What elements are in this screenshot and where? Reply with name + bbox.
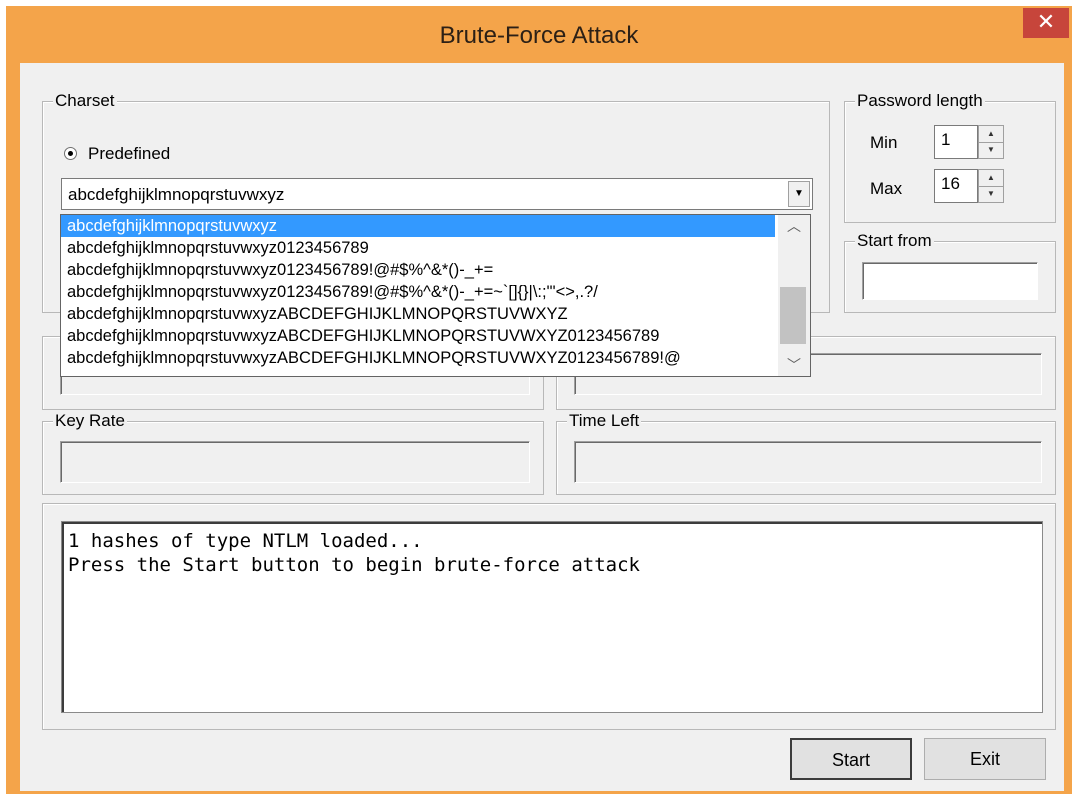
scroll-up-icon[interactable]: ︿ (778, 215, 810, 237)
log-line: Press the Start button to begin brute-fo… (68, 554, 640, 576)
max-label: Max (870, 179, 903, 198)
min-spin-buttons: ▲ ▼ (978, 125, 1004, 159)
spin-up-icon[interactable]: ▲ (979, 170, 1003, 187)
dropdown-option[interactable]: abcdefghijklmnopqrstuvwxyzABCDEFGHIJKLMN… (61, 325, 775, 347)
min-label: Min (870, 133, 898, 152)
max-spin-buttons: ▲ ▼ (978, 169, 1004, 203)
dropdown-option[interactable]: abcdefghijklmnopqrstuvwxyz0123456789 (61, 237, 775, 259)
log-output[interactable]: 1 hashes of type NTLM loaded... Press the… (61, 521, 1043, 713)
dropdown-option[interactable]: abcdefghijklmnopqrstuvwxyzABCDEFGHIJKLMN… (61, 347, 775, 369)
predefined-label: Predefined (88, 144, 171, 163)
chevron-down-icon[interactable]: ▼ (788, 181, 810, 207)
scrollbar-thumb[interactable] (780, 287, 806, 344)
dropdown-option[interactable]: abcdefghijklmnopqrstuvwxyz0123456789!@#$… (61, 281, 775, 303)
spin-down-icon[interactable]: ▼ (979, 186, 1003, 202)
max-length-value: 16 (941, 174, 960, 193)
key-rate-label: Key Rate (53, 411, 127, 431)
window-title: Brute-Force Attack (439, 22, 639, 49)
dropdown-option[interactable]: abcdefghijklmnopqrstuvwxyz (61, 215, 775, 237)
predefined-radio[interactable] (64, 147, 77, 160)
scroll-down-icon[interactable]: ﹀ (778, 354, 810, 376)
brute-force-window: Brute-Force Attack ✕ Charset Predefined … (6, 6, 1072, 794)
key-rate-field (60, 441, 530, 483)
charset-dropdown-list[interactable]: abcdefghijklmnopqrstuvwxyz abcdefghijklm… (60, 214, 811, 377)
dialog-body: Charset Predefined abcdefghijklmnopqrstu… (20, 63, 1064, 791)
max-length-spinner[interactable]: 16 ▲ ▼ (934, 169, 1004, 203)
time-left-field (574, 441, 1042, 483)
close-button[interactable]: ✕ (1023, 8, 1069, 38)
start-from-input[interactable] (862, 262, 1038, 300)
dropdown-option[interactable]: abcdefghijklmnopqrstuvwxyzABCDEFGHIJKLMN… (61, 303, 775, 325)
log-line: 1 hashes of type NTLM loaded... (68, 530, 423, 552)
charset-group-label: Charset (53, 91, 117, 111)
start-button[interactable]: Start (790, 738, 912, 780)
charset-combobox[interactable]: abcdefghijklmnopqrstuvwxyz ▼ (61, 178, 813, 210)
time-left-label: Time Left (567, 411, 642, 431)
start-from-label: Start from (855, 231, 934, 251)
password-length-label: Password length (855, 91, 985, 111)
spin-up-icon[interactable]: ▲ (979, 126, 1003, 143)
charset-selected-value: abcdefghijklmnopqrstuvwxyz (68, 185, 285, 204)
dropdown-scrollbar[interactable]: ︿ ﹀ (778, 215, 810, 376)
min-length-spinner[interactable]: 1 ▲ ▼ (934, 125, 1004, 159)
exit-button[interactable]: Exit (924, 738, 1046, 780)
close-icon: ✕ (1036, 9, 1056, 34)
dropdown-option[interactable]: abcdefghijklmnopqrstuvwxyz0123456789!@#$… (61, 259, 775, 281)
min-length-value: 1 (941, 130, 951, 149)
spin-down-icon[interactable]: ▼ (979, 142, 1003, 158)
min-length-input[interactable]: 1 (934, 125, 978, 159)
password-length-group: Password length (844, 91, 1056, 223)
title-bar[interactable]: Brute-Force Attack ✕ (6, 6, 1072, 63)
max-length-input[interactable]: 16 (934, 169, 978, 203)
